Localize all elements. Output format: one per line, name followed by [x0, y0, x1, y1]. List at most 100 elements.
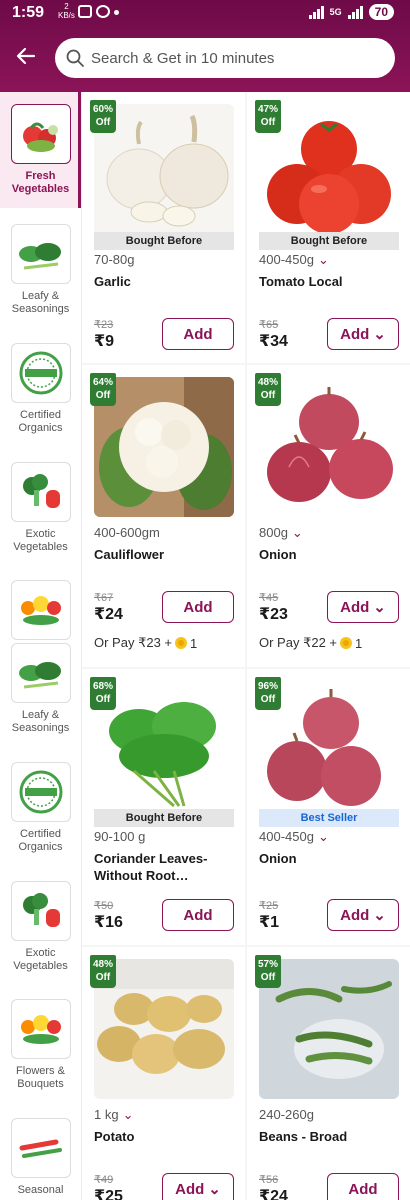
product-quantity-selector[interactable]: 400-450g ⌄	[259, 252, 329, 268]
sidebar-item-label: Fresh Vegetables	[11, 170, 70, 195]
add-button[interactable]: Add ⌄	[162, 1173, 234, 1200]
product-price: ₹25	[94, 1188, 123, 1200]
sidebar-item-leafy-seasonings-2[interactable]: Leafy & Seasonings	[0, 643, 81, 735]
category-thumbnail	[10, 580, 71, 640]
category-sidebar: Fresh Vegetables Leafy & Seasonings Cert…	[0, 92, 82, 1200]
discount-badge: 57% Off	[255, 955, 281, 988]
signal-icon-2	[347, 5, 363, 19]
search-bar[interactable]	[55, 38, 395, 78]
coin-icon	[175, 637, 187, 649]
chevron-down-icon: ⌄	[291, 525, 303, 540]
organic-badge-icon	[19, 770, 62, 814]
add-button[interactable]: Add	[162, 591, 234, 623]
product-price: ₹24	[259, 1188, 288, 1200]
product-name: Coriander Leaves- Without Root…	[94, 851, 208, 883]
discount-badge: 48% Off	[90, 955, 116, 988]
product-card-tomato-local[interactable]: 47% Off Bought Before 400-450g ⌄ Tomato Lo…	[247, 92, 410, 363]
add-button[interactable]: Add	[327, 1173, 399, 1200]
discount-badge: 60% Off	[90, 100, 116, 133]
sidebar-item-label: Flowers & Bouquets	[16, 1065, 65, 1090]
bought-before-tag: Bought Before	[94, 809, 234, 827]
product-card-onion[interactable]: 48% Off 800g ⌄ Onion ₹45 ₹23 Add ⌄ Or Pay ₹…	[247, 365, 410, 667]
sidebar-item-seasonal[interactable]: Seasonal	[0, 1118, 81, 1197]
product-quantity: 90-100 g	[94, 829, 146, 844]
product-card-beans-broad[interactable]: 57% Off 240-260g Beans - Broad ₹56 ₹24 Ad…	[247, 947, 410, 1200]
product-name: Cauliflower	[94, 547, 165, 562]
product-price: ₹24	[94, 606, 123, 623]
sidebar-item-fresh-vegetables[interactable]: Fresh Vegetables	[0, 92, 81, 208]
sidebar-item-exotic-vegetables-2[interactable]: Exotic Vegetables	[0, 881, 81, 973]
product-card-garlic[interactable]: 60% Off Bought Before 70-80g Garlic ₹23 ₹…	[82, 92, 245, 363]
product-mrp: ₹23	[94, 319, 114, 331]
product-card-cauliflower[interactable]: 64% Off 400-600gm Cauliflower ₹67 ₹24 Add…	[82, 365, 245, 667]
discount-badge: 48% Off	[255, 373, 281, 406]
add-button[interactable]: Add ⌄	[327, 318, 399, 350]
sidebar-item-certified-organics-2[interactable]: Certified Organics	[0, 762, 81, 854]
back-arrow-icon[interactable]	[14, 44, 38, 68]
product-grid: 60% Off Bought Before 70-80g Garlic ₹23 ₹…	[82, 92, 410, 1200]
chevron-down-icon: ⌄	[122, 1107, 134, 1122]
vegetables-image	[22, 122, 58, 152]
status-time: 1:59	[12, 4, 45, 21]
product-quantity-selector[interactable]: 400-450g ⌄	[259, 829, 329, 845]
category-thumbnail	[10, 762, 71, 822]
header: 1:59 2 KB/s 5G 70	[0, 0, 410, 92]
add-button[interactable]: Add ⌄	[327, 591, 399, 623]
flowers-image	[20, 596, 61, 625]
product-price: ₹9	[94, 333, 115, 350]
category-thumbnail	[10, 643, 71, 703]
bought-before-tag: Bought Before	[94, 232, 234, 250]
sidebar-item-flowers-bouquets[interactable]: Flowers & Bouquets	[0, 999, 81, 1091]
sidebar-item-label: Leafy & Seasonings	[11, 709, 70, 734]
product-quantity: 400-600gm	[94, 525, 160, 540]
product-quantity-selector[interactable]: 1 kg ⌄	[94, 1107, 133, 1123]
coin-icon	[340, 637, 352, 649]
add-button[interactable]: Add	[162, 318, 234, 350]
add-button[interactable]: Add ⌄	[327, 899, 399, 931]
product-name: Onion	[259, 547, 297, 562]
sidebar-item-leafy-seasonings[interactable]: Leafy & Seasonings	[0, 224, 81, 316]
leafy-image	[18, 662, 61, 689]
seasonal-vegetables-image	[19, 1139, 62, 1158]
or-pay-with-coins: Or Pay ₹23 +1	[94, 635, 198, 651]
product-card-potato[interactable]: 48% Off 1 kg ⌄ Potato ₹49 ₹25 Add ⌄	[82, 947, 245, 1200]
organic-badge-icon	[19, 351, 62, 395]
status-right: 5G 70	[308, 4, 394, 20]
category-thumbnail	[10, 881, 71, 941]
category-thumbnail	[10, 462, 71, 522]
sidebar-item-flowers[interactable]	[0, 580, 81, 640]
notification-icons	[78, 5, 119, 18]
product-mrp: ₹45	[259, 592, 279, 604]
network-type: 5G	[329, 7, 342, 17]
chevron-down-icon: ⌄	[208, 1181, 221, 1198]
category-thumbnail	[10, 999, 71, 1059]
product-mrp: ₹67	[94, 592, 114, 604]
product-mrp: ₹65	[259, 319, 279, 331]
product-card-coriander[interactable]: 68% Off Bought Before 90-100 g Coriander …	[82, 669, 245, 945]
product-name: Beans - Broad	[259, 1129, 348, 1144]
discount-badge: 68% Off	[90, 677, 116, 710]
discount-badge: 96% Off	[255, 677, 281, 710]
search-input[interactable]	[91, 49, 371, 67]
product-price: ₹1	[259, 914, 280, 931]
add-button[interactable]: Add	[162, 899, 234, 931]
sidebar-item-exotic-vegetables[interactable]: Exotic Vegetables	[0, 462, 81, 554]
battery-indicator: 70	[368, 4, 394, 20]
signal-icon	[308, 5, 324, 19]
product-mrp: ₹25	[259, 900, 279, 912]
bought-before-tag: Bought Before	[259, 232, 399, 250]
product-mrp: ₹49	[94, 1174, 114, 1186]
sidebar-item-certified-organics[interactable]: Certified Organics	[0, 343, 81, 435]
app-icon	[96, 5, 110, 18]
flowers-image	[20, 1015, 61, 1044]
product-quantity: 240-260g	[259, 1107, 314, 1122]
network-speed: 2 KB/s	[58, 2, 75, 20]
product-mrp: ₹56	[259, 1174, 279, 1186]
chevron-down-icon: ⌄	[373, 599, 386, 616]
status-bar: 1:59 2 KB/s 5G 70	[0, 0, 410, 26]
sidebar-item-label: Seasonal	[17, 1184, 64, 1196]
product-card-onion-best-seller[interactable]: 96% Off Best Seller 400-450g ⌄ Onion ₹25 ₹…	[247, 669, 410, 945]
chevron-down-icon: ⌄	[373, 326, 386, 343]
product-name: Potato	[94, 1129, 135, 1144]
product-quantity-selector[interactable]: 800g ⌄	[259, 525, 303, 541]
